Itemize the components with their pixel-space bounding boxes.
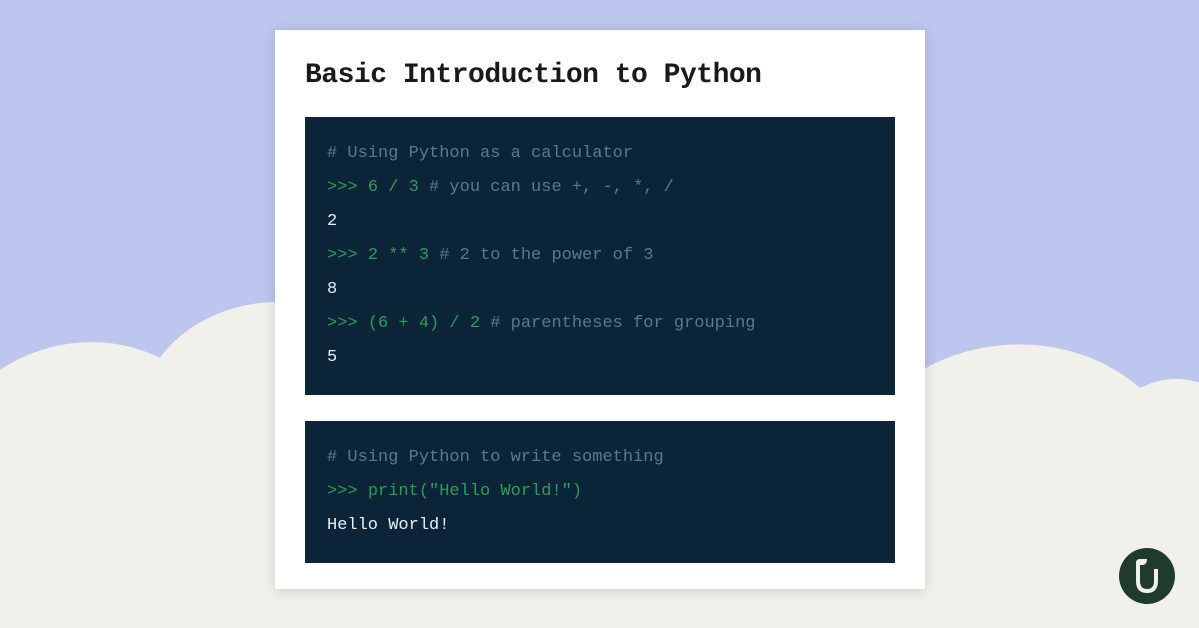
code-segment-prompt: >>>	[327, 246, 368, 265]
code-line: >>> 6 / 3 # you can use +, -, *, /	[327, 171, 873, 205]
code-line: 2	[327, 205, 873, 239]
code-segment-comment: # Using Python to write something	[327, 448, 664, 467]
document-page: Basic Introduction to Python # Using Pyt…	[275, 30, 925, 589]
code-segment-code: print("Hello World!")	[368, 482, 582, 501]
code-segment-prompt: >>>	[327, 314, 368, 333]
code-segment-output: Hello World!	[327, 516, 449, 535]
code-segment-comment: # Using Python as a calculator	[327, 144, 633, 163]
code-line: >>> print("Hello World!")	[327, 475, 873, 509]
code-segment-output: 5	[327, 348, 337, 367]
brand-logo-icon	[1132, 559, 1162, 593]
code-segment-comment: # 2 to the power of 3	[429, 246, 653, 265]
code-segment-output: 8	[327, 280, 337, 299]
code-line: >>> (6 + 4) / 2 # parentheses for groupi…	[327, 307, 873, 341]
code-segment-comment: # you can use +, -, *, /	[419, 178, 674, 197]
code-line: 8	[327, 273, 873, 307]
code-line: Hello World!	[327, 509, 873, 543]
brand-badge	[1119, 548, 1175, 604]
page-title: Basic Introduction to Python	[305, 60, 895, 91]
code-line: # Using Python as a calculator	[327, 137, 873, 171]
code-line: 5	[327, 341, 873, 375]
code-segment-prompt: >>>	[327, 178, 368, 197]
code-segment-code: (6 + 4) / 2	[368, 314, 480, 333]
code-line: >>> 2 ** 3 # 2 to the power of 3	[327, 239, 873, 273]
code-segment-output: 2	[327, 212, 337, 231]
code-block: # Using Python to write something >>> pri…	[305, 421, 895, 563]
code-segment-code: 2 ** 3	[368, 246, 429, 265]
code-segment-prompt: >>>	[327, 482, 368, 501]
code-block: # Using Python as a calculator >>> 6 / 3 …	[305, 117, 895, 395]
code-segment-comment: # parentheses for grouping	[480, 314, 755, 333]
code-segment-code: 6 / 3	[368, 178, 419, 197]
code-line: # Using Python to write something	[327, 441, 873, 475]
